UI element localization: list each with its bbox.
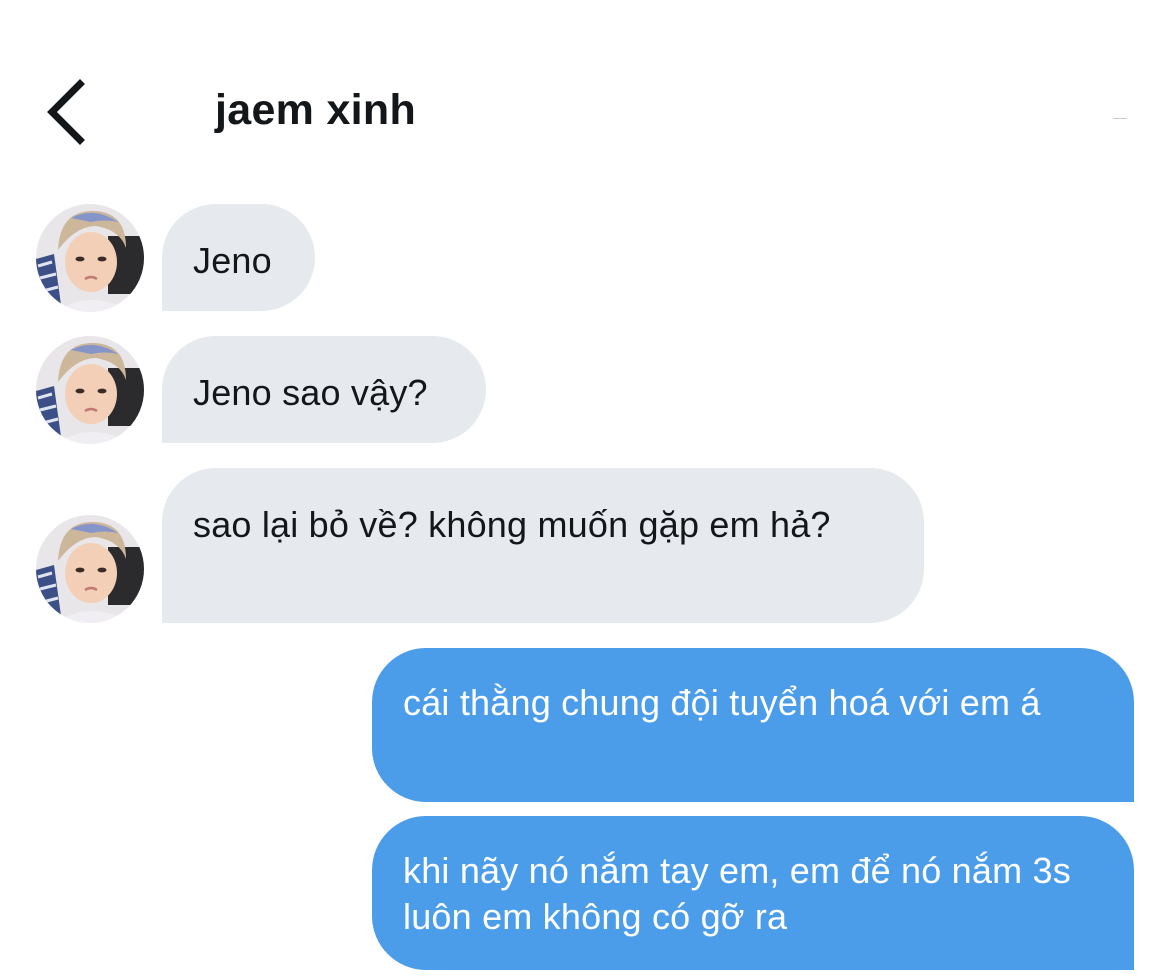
back-button[interactable] xyxy=(40,78,96,146)
chevron-left-icon xyxy=(47,79,85,145)
message-bubble-incoming[interactable]: Jeno sao vậy? xyxy=(162,336,486,443)
avatar[interactable] xyxy=(36,204,144,312)
header-divider-mark xyxy=(1113,118,1127,119)
avatar-image xyxy=(36,515,144,623)
message-bubble-outgoing[interactable]: khi nãy nó nắm tay em, em để nó nắm 3s l… xyxy=(372,816,1134,970)
message-bubble-outgoing[interactable]: cái thằng chung đội tuyển hoá với em á xyxy=(372,648,1134,802)
message-bubble-incoming[interactable]: sao lại bỏ về? không muốn gặp em hả? xyxy=(162,468,924,623)
avatar[interactable] xyxy=(36,336,144,444)
avatar-image xyxy=(36,336,144,444)
chat-header: jaem xinh xyxy=(0,0,1169,180)
avatar[interactable] xyxy=(36,515,144,623)
avatar-image xyxy=(36,204,144,312)
conversation-title[interactable]: jaem xinh xyxy=(215,84,416,136)
message-bubble-incoming[interactable]: Jeno xyxy=(162,204,315,311)
